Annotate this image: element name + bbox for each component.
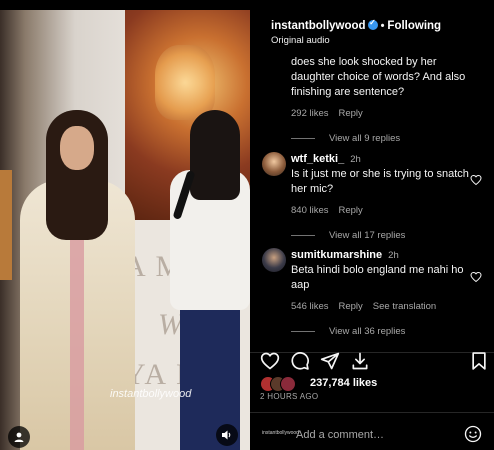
video-watermark: instantbollywood [110,388,192,400]
separator-dot: • [380,20,385,32]
liker-avatar [280,376,296,392]
author-line: instantbollywood •Following [271,18,441,32]
author-username[interactable]: instantbollywood [271,20,366,32]
view-replies-label: View all 9 replies [329,133,401,144]
comments-list[interactable]: does she look shocked by her daughter ch… [250,50,494,352]
reply-button[interactable]: Reply [339,108,363,119]
comment-body: sumitkumarshine 2h Beta hindi bolo engla… [291,248,476,293]
post-details-panel: instantbollywood •Following Original audi… [250,10,494,450]
comment-likes[interactable]: 546 likes [291,301,329,312]
composer-logo: instantbollywood [262,430,299,436]
comment-time: 2h [350,154,361,165]
comment-username[interactable]: sumitkumarshine [291,249,382,261]
sound-icon [222,430,231,440]
comment-time: 2h [388,250,399,261]
comment-meta: 840 likes Reply [291,205,471,216]
view-replies-button[interactable]: View all 9 replies [291,133,471,144]
comment-item: sumitkumarshine 2h Beta hindi bolo engla… [291,248,476,337]
post-time[interactable]: 2 HOURS AGO [260,392,318,401]
comment-item: does she look shocked by her daughter ch… [291,55,471,144]
add-comment-input[interactable]: Add a comment… [296,429,384,441]
sound-toggle-button[interactable] [216,424,238,446]
post-header: instantbollywood •Following Original audi… [250,10,494,50]
user-tag-button[interactable] [8,426,30,448]
commenter-avatar[interactable] [262,152,286,176]
comment-text: Beta hindi bolo england me nahi ho aap [291,264,464,291]
bookmark-icon[interactable] [469,351,489,371]
backdrop-edge [0,170,12,280]
comment-like-heart-icon[interactable] [470,174,482,186]
see-translation-button[interactable]: See translation [373,301,436,312]
share-icon[interactable] [320,351,340,371]
divider [250,412,494,413]
comment-likes[interactable]: 292 likes [291,108,329,119]
save-icon[interactable] [350,351,370,371]
comment-body: wtf_ketki_ 2h Is it just me or she is tr… [291,152,471,197]
emoji-icon[interactable] [464,425,482,443]
comment-meta: 546 likes Reply See translation [291,301,476,312]
view-replies-button[interactable]: View all 36 replies [291,326,476,337]
comment-text: Is it just me or she is trying to snatch… [291,168,469,195]
original-audio-link[interactable]: Original audio [271,35,330,46]
view-replies-label: View all 36 replies [329,326,406,337]
reply-button[interactable]: Reply [339,301,363,312]
commenter-avatar[interactable] [262,248,286,272]
likes-count[interactable]: 237,784 likes [310,377,377,389]
following-button[interactable]: Following [387,20,441,32]
reply-button[interactable]: Reply [339,205,363,216]
heart-icon[interactable] [260,351,280,371]
comment-icon[interactable] [290,351,310,371]
comment-likes[interactable]: 840 likes [291,205,329,216]
view-replies-button[interactable]: View all 17 replies [291,230,471,241]
comment-username[interactable]: wtf_ketki_ [291,153,344,165]
comment-meta: 292 likes Reply [291,108,471,119]
comment-like-heart-icon[interactable] [470,271,482,283]
user-tag-icon [14,432,24,442]
comment-text: does she look shocked by her daughter ch… [291,56,466,98]
comment-item: wtf_ketki_ 2h Is it just me or she is tr… [291,152,471,241]
post-media[interactable]: A MA W YA I instantbollywood [0,10,250,450]
verified-badge-icon [367,18,378,30]
view-replies-label: View all 17 replies [329,230,406,241]
action-bar [260,351,488,375]
